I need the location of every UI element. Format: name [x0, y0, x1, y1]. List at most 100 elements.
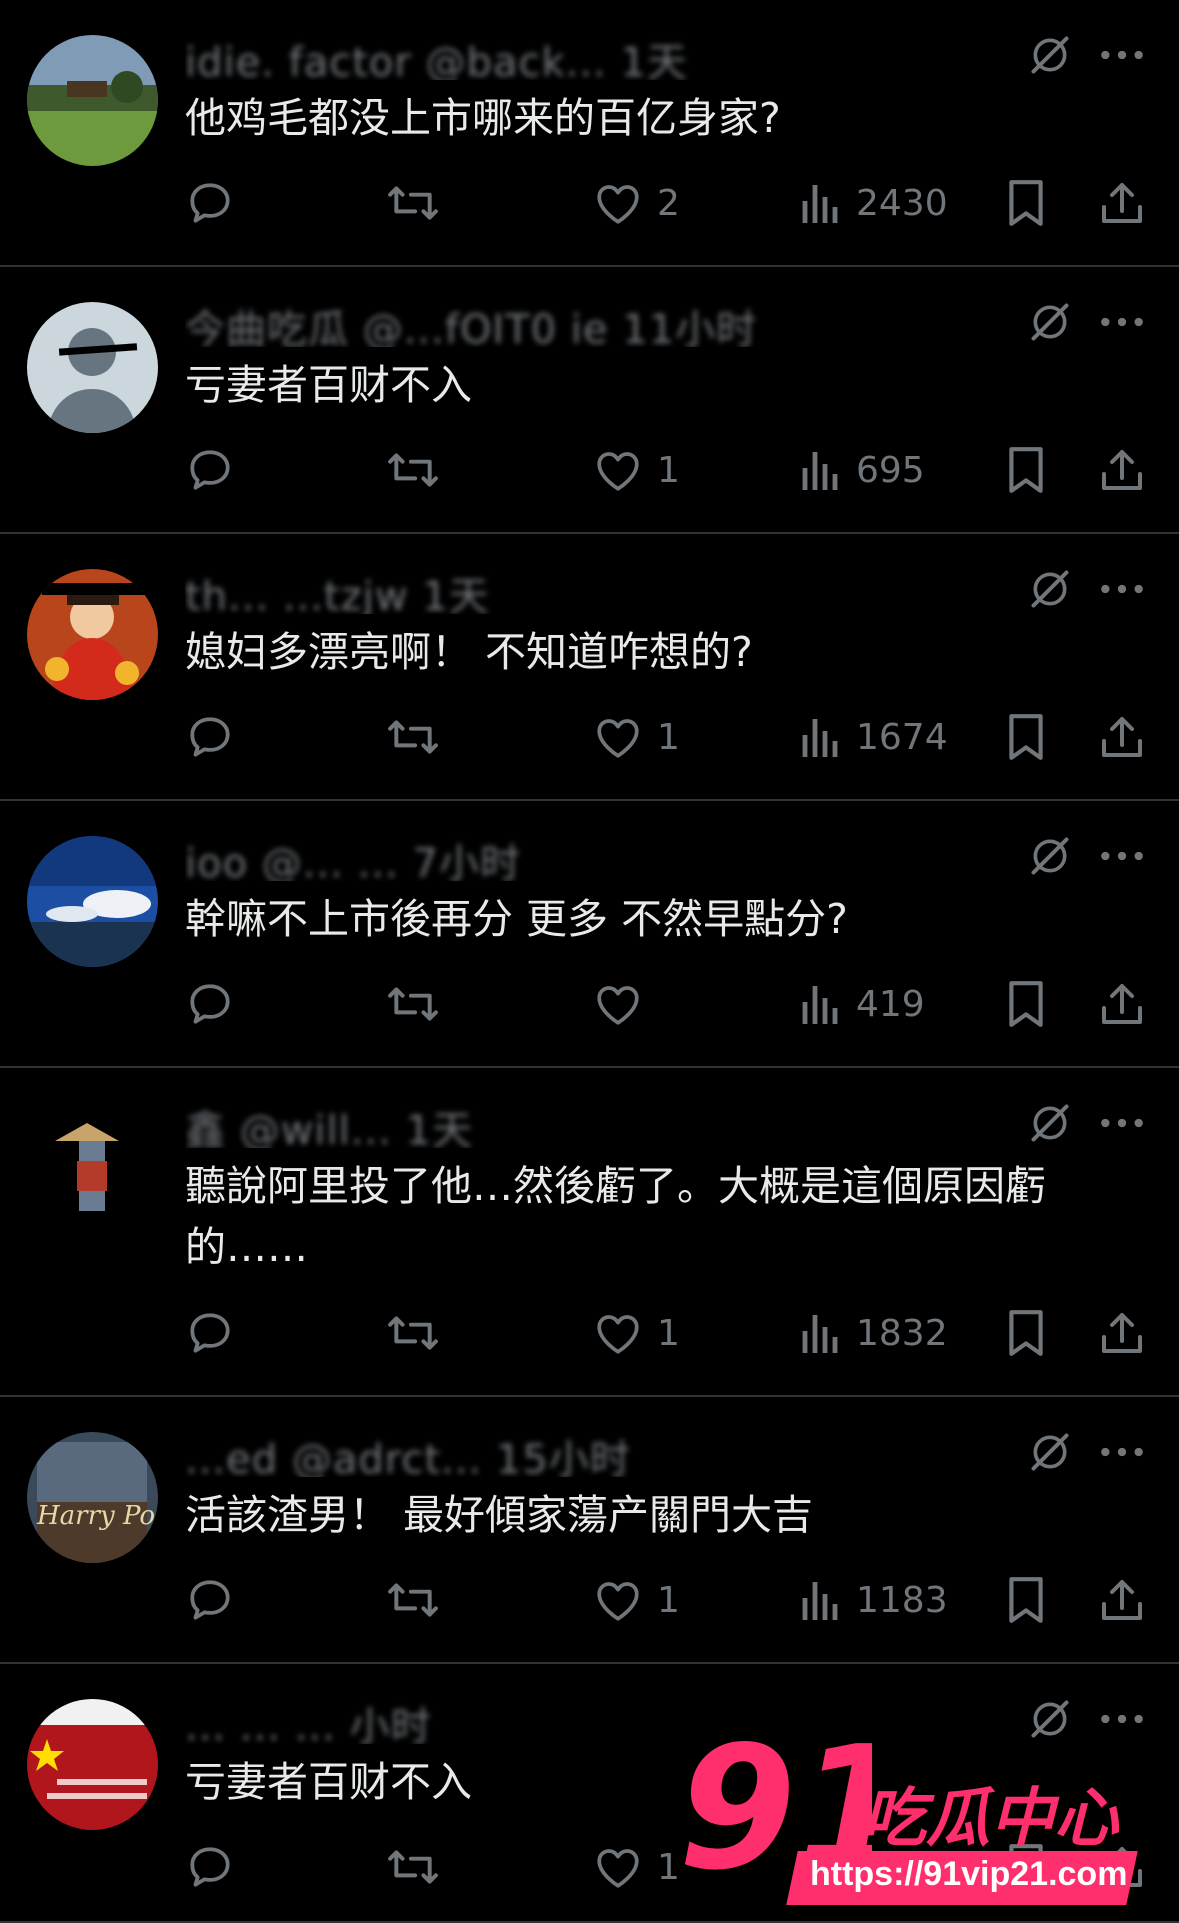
user-handle[interactable]: ... ... ... 小时: [185, 1704, 432, 1744]
user-handle[interactable]: th... ...tzjw 1天: [185, 574, 490, 614]
avatar[interactable]: [27, 35, 158, 166]
share-button[interactable]: [1099, 1305, 1145, 1361]
more-icon[interactable]: [1097, 1430, 1147, 1474]
reply-header: 鑫 @will... 1天: [185, 1098, 1019, 1148]
bookmark-icon: [1006, 1575, 1046, 1625]
like-count: 1: [657, 1579, 680, 1621]
svg-text:Harry Potte: Harry Potte: [36, 1501, 158, 1531]
reply-button[interactable]: [185, 1305, 235, 1361]
share-button[interactable]: [1099, 709, 1145, 765]
reply-button[interactable]: [185, 1839, 235, 1895]
grok-icon[interactable]: [1028, 834, 1072, 878]
views-button[interactable]: 2430: [800, 175, 948, 231]
views-icon: [800, 1578, 842, 1622]
action-bar: 1 695: [0, 442, 1179, 498]
reply-item[interactable]: ioo @... ... 7小时 幹嘛不上市後再分 更多 不然早點分? 419: [0, 801, 1179, 1068]
share-icon: [1099, 446, 1145, 494]
views-button[interactable]: 1832: [800, 1305, 948, 1361]
repost-button[interactable]: [385, 442, 441, 498]
views-button[interactable]: 695: [800, 442, 925, 498]
repost-button[interactable]: [385, 1305, 441, 1361]
action-bar: 1 1832: [0, 1305, 1179, 1361]
repost-button[interactable]: [385, 976, 441, 1032]
avatar[interactable]: [27, 836, 158, 967]
heart-icon: [593, 1309, 643, 1357]
more-icon[interactable]: [1097, 834, 1147, 878]
user-handle[interactable]: ...ed @adrct... 15小时: [185, 1437, 631, 1477]
avatar[interactable]: Harry Potte: [27, 1432, 158, 1563]
more-icon[interactable]: [1097, 1101, 1147, 1145]
like-button[interactable]: 1: [593, 442, 680, 498]
repost-icon: [385, 979, 441, 1029]
view-count: 695: [856, 449, 925, 491]
avatar[interactable]: [27, 1103, 158, 1234]
repost-button[interactable]: [385, 175, 441, 231]
grok-icon[interactable]: [1028, 567, 1072, 611]
repost-button[interactable]: [385, 1839, 441, 1895]
like-button[interactable]: 1: [593, 1572, 680, 1628]
share-icon: [1099, 713, 1145, 761]
more-icon[interactable]: [1097, 300, 1147, 344]
bookmark-button[interactable]: [1006, 175, 1046, 231]
repost-button[interactable]: [385, 709, 441, 765]
view-count: 1832: [856, 1312, 948, 1354]
reply-item[interactable]: 鑫 @will... 1天 聽說阿里投了他…然後虧了。大概是這個原因虧 的…… 1 1…: [0, 1068, 1179, 1397]
reply-item[interactable]: Harry Potte ...ed @adrct... 15小时活該渣男！ 最好傾…: [0, 1397, 1179, 1664]
reply-item[interactable]: th... ...tzjw 1天 媳妇多漂亮啊！ 不知道咋想的? 1 1674: [0, 534, 1179, 801]
reply-icon: [185, 979, 235, 1029]
heart-icon: [593, 1843, 643, 1891]
like-count: 2: [657, 182, 680, 224]
views-button[interactable]: 419: [800, 976, 925, 1032]
share-button[interactable]: [1099, 976, 1145, 1032]
user-handle[interactable]: ioo @... ... 7小时: [185, 841, 521, 881]
reply-button[interactable]: [185, 976, 235, 1032]
reply-text: 活該渣男！ 最好傾家蕩产關門大吉: [185, 1491, 814, 1539]
repost-icon: [385, 712, 441, 762]
reply-button[interactable]: [185, 1572, 235, 1628]
reply-icon: [185, 178, 235, 228]
watermark-brand: 吃瓜中心: [862, 1782, 1118, 1856]
reply-header: ioo @... ... 7小时: [185, 831, 1019, 881]
like-button[interactable]: 1: [593, 1305, 680, 1361]
bookmark-button[interactable]: [1006, 442, 1046, 498]
reply-item[interactable]: 今曲吃瓜 @...fOIT0 ie 11小时 亏妻者百财不入 1 695: [0, 267, 1179, 534]
bookmark-button[interactable]: [1006, 1572, 1046, 1628]
reply-item[interactable]: idie. factor @back... 1天 他鸡毛都没上市哪来的百亿身家? 2…: [0, 0, 1179, 267]
bookmark-button[interactable]: [1006, 976, 1046, 1032]
more-icon[interactable]: [1097, 567, 1147, 611]
avatar[interactable]: [27, 1699, 158, 1830]
bookmark-icon: [1006, 979, 1046, 1029]
heart-icon: [593, 1576, 643, 1624]
grok-icon[interactable]: [1028, 1430, 1072, 1474]
grok-icon[interactable]: [1028, 1101, 1072, 1145]
user-handle[interactable]: idie. factor @back... 1天: [185, 40, 688, 80]
more-icon[interactable]: [1097, 33, 1147, 77]
share-icon: [1099, 1576, 1145, 1624]
bookmark-icon: [1006, 178, 1046, 228]
like-button[interactable]: [593, 976, 657, 1032]
reply-button[interactable]: [185, 442, 235, 498]
reply-text: 聽說阿里投了他…然後虧了。大概是這個原因虧 的……: [185, 1162, 1046, 1271]
grok-icon[interactable]: [1028, 33, 1072, 77]
bookmark-button[interactable]: [1006, 709, 1046, 765]
views-button[interactable]: 1674: [800, 709, 948, 765]
bookmark-icon: [1006, 1308, 1046, 1358]
share-button[interactable]: [1099, 175, 1145, 231]
like-button[interactable]: 1: [593, 1839, 680, 1895]
repost-button[interactable]: [385, 1572, 441, 1628]
views-button[interactable]: 1183: [800, 1572, 948, 1628]
bookmark-button[interactable]: [1006, 1305, 1046, 1361]
user-handle[interactable]: 鑫 @will... 1天: [185, 1108, 473, 1148]
avatar[interactable]: [27, 569, 158, 700]
reply-header: idie. factor @back... 1天: [185, 30, 1019, 80]
like-button[interactable]: 1: [593, 709, 680, 765]
reply-button[interactable]: [185, 709, 235, 765]
grok-icon[interactable]: [1028, 300, 1072, 344]
avatar[interactable]: [27, 302, 158, 433]
views-icon: [800, 448, 842, 492]
share-button[interactable]: [1099, 1572, 1145, 1628]
share-button[interactable]: [1099, 442, 1145, 498]
user-handle[interactable]: 今曲吃瓜 @...fOIT0 ie 11小时: [185, 307, 757, 347]
reply-button[interactable]: [185, 175, 235, 231]
like-button[interactable]: 2: [593, 175, 680, 231]
